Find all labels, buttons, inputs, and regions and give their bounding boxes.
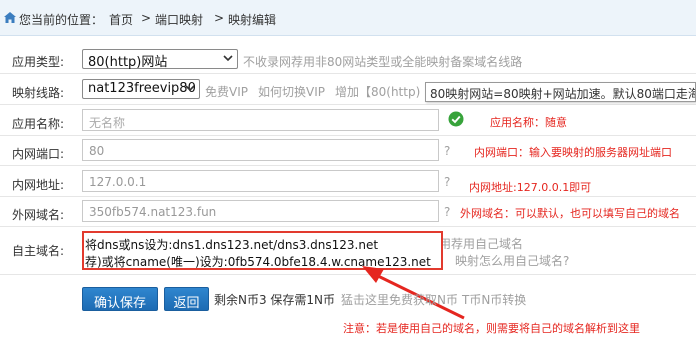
coin-convert-link[interactable]: T币N币转换 xyxy=(462,291,526,308)
chevron-down-icon xyxy=(223,55,233,62)
custom-domain-label: 自主域名: xyxy=(12,244,65,258)
app-name-hint: 应用名称：随意 xyxy=(490,116,567,129)
row-app-type: 应用类型: 80(http)网站 不收录网荐用非80网站类型或全能映射备案域名线… xyxy=(0,45,696,74)
custom-domain-howto-link[interactable]: 映射怎么用自己域名? xyxy=(455,252,569,269)
breadcrumb-port-mapping-link[interactable]: 端口映射 xyxy=(155,11,203,28)
lan-addr-input[interactable]: 127.0.0.1 xyxy=(82,170,439,192)
route-label: 映射线路: xyxy=(12,86,65,100)
lan-port-help-icon[interactable]: ? xyxy=(444,144,450,158)
dns-instruction-line-1: 将dns或ns设为:dns1.dns123.net/dns3.dns123.ne… xyxy=(85,238,379,252)
row-app-name: 应用名称: 无名称 应用名称：随意 xyxy=(0,105,696,136)
confirm-save-button[interactable]: 确认保存 xyxy=(82,287,158,311)
row-lan-port: 内网端口: 80 ? 内网端口：输入要映射的服务器网址端口 xyxy=(0,136,696,166)
wan-domain-label: 外网域名: xyxy=(12,208,65,222)
breadcrumb-current: 映射编辑 xyxy=(228,13,277,27)
lan-addr-label: 内网地址: xyxy=(12,178,65,192)
app-type-label: 应用类型: xyxy=(12,55,65,69)
breadcrumb-prefix: 您当前的位置： xyxy=(19,13,104,27)
breadcrumb-separator: > xyxy=(214,11,225,25)
wan-domain-hint: 外网域名：可以默认，也可以填写自己的域名 xyxy=(460,207,680,220)
balance-text: 剩余N币3 保存需1N币 xyxy=(214,293,336,307)
lan-addr-help-icon[interactable]: ? xyxy=(444,175,450,189)
app-type-select[interactable]: 80(http)网站 xyxy=(82,49,238,70)
check-circle-icon xyxy=(448,111,464,127)
app-type-note: 不收录网荐用非80网站类型或全能映射备案域名线路 xyxy=(243,55,523,69)
row-wan-domain: 外网域名: 350fb574.nat123.fun ? 外网域名：可以默认，也可… xyxy=(0,197,696,227)
app-type-value: 80(http)网站 xyxy=(88,55,168,70)
lan-port-label: 内网端口: xyxy=(12,147,65,161)
row-lan-addr: 内网地址: 127.0.0.1 ? 内网地址:127.0.0.1即可 xyxy=(0,166,696,197)
breadcrumb-home-link[interactable]: 首页 xyxy=(109,11,133,28)
route-value: nat123freevip80 xyxy=(88,81,196,96)
route-tooltip: 80映射网站=80映射+网站加速。默认80端口走海外 xyxy=(425,82,696,102)
lan-port-hint: 内网端口：输入要映射的服务器网址端口 xyxy=(474,146,672,159)
chevron-down-icon xyxy=(185,85,195,92)
breadcrumb: 您当前的位置： 首页 > 端口映射 > 映射编辑 xyxy=(0,0,696,36)
app-name-input[interactable]: 无名称 xyxy=(82,109,439,131)
lan-addr-hint: 内网地址:127.0.0.1即可 xyxy=(469,181,592,194)
warning-text: 注意：若是使用自己的域名，则需要将自己的域名解析到这里 xyxy=(343,322,640,335)
home-icon xyxy=(4,12,16,23)
annotation-arrow-icon xyxy=(362,266,465,320)
route-select[interactable]: nat123freevip80 xyxy=(82,79,200,99)
switch-vip-link[interactable]: 如何切换VIP xyxy=(258,83,325,100)
app-name-label: 应用名称: xyxy=(12,117,65,131)
wan-domain-help-icon[interactable]: ? xyxy=(444,205,450,219)
free-coins-link[interactable]: 猛击这里免费获取N币 xyxy=(341,291,458,308)
back-button[interactable]: 返回 xyxy=(164,287,209,311)
wan-domain-input[interactable]: 350fb574.nat123.fun xyxy=(82,200,439,222)
add-route-link[interactable]: 增加【80(http) xyxy=(335,83,420,100)
free-vip-link[interactable]: 免费VIP xyxy=(205,83,248,100)
lan-port-input[interactable]: 80 xyxy=(82,139,439,161)
breadcrumb-separator: > xyxy=(141,11,152,25)
